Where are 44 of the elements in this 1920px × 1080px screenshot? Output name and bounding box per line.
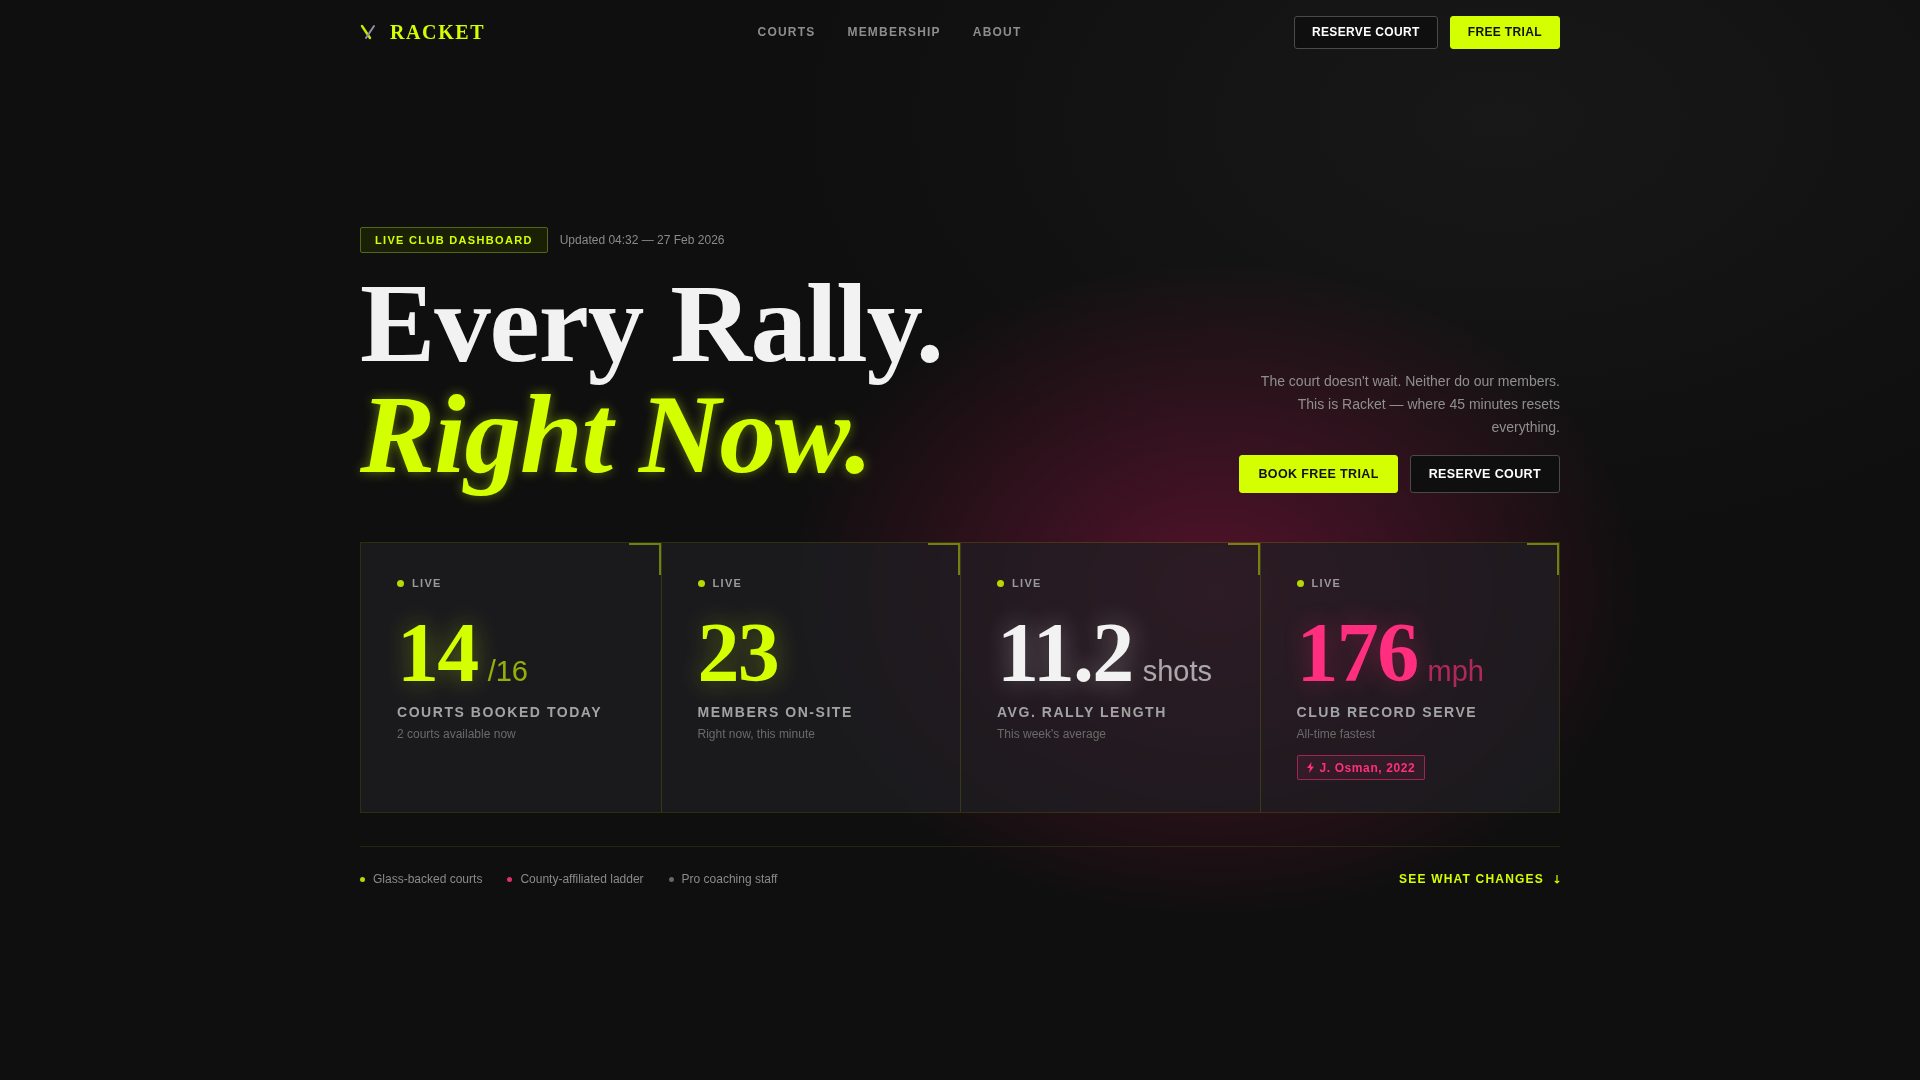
nav-link[interactable]: MEMBERSHIP bbox=[847, 24, 941, 40]
stat-note: This week's average bbox=[997, 726, 1107, 742]
reserve-court-button[interactable]: RESERVE COURT bbox=[1409, 455, 1560, 493]
live-dot-icon bbox=[397, 579, 404, 587]
book-trial-button[interactable]: BOOK FREE TRIAL bbox=[1239, 455, 1398, 493]
hero-description: The court doesn't wait. Neither do our members. This is Racket — where 45 minutes resets everything. bbox=[1259, 372, 1560, 437]
stat-note: All-time fastest bbox=[1296, 726, 1377, 742]
feature-text: Pro coaching staff bbox=[681, 871, 778, 887]
feature-text: County-affiliated ladder bbox=[520, 871, 644, 887]
stat-value: 176 bbox=[1296, 611, 1418, 695]
stat-unit: shots bbox=[1142, 656, 1212, 686]
headline: Every Rally. bbox=[360, 266, 943, 386]
stat-label: AVG. RALLY LENGTH bbox=[997, 703, 1168, 721]
record-holder-text: J. Osman, 2022 bbox=[1319, 760, 1416, 775]
see-what-changes-link[interactable]: SEE WHAT CHANGES bbox=[1399, 871, 1560, 887]
stat-note: Right now, this minute bbox=[697, 726, 816, 742]
stat-value: 23 bbox=[697, 611, 779, 695]
reserve-court-button[interactable]: RESERVE COURT bbox=[1293, 15, 1438, 49]
feature-text: Glass-backed courts bbox=[373, 871, 483, 887]
live-dot-icon bbox=[997, 579, 1004, 587]
nav-link[interactable]: ABOUT bbox=[972, 24, 1022, 40]
lightning-icon bbox=[1306, 762, 1314, 773]
arrow-down-icon bbox=[1554, 874, 1560, 884]
live-label: LIVE bbox=[712, 576, 743, 590]
stat-note: 2 courts available now bbox=[397, 726, 517, 742]
updated-timestamp: Updated 04:32 — 27 Feb 2026 bbox=[559, 232, 725, 248]
stat-label: MEMBERS ON-SITE bbox=[697, 703, 854, 721]
crossed-strokes-icon bbox=[360, 24, 376, 40]
live-dot-icon bbox=[697, 579, 705, 587]
headline-accent: Right Now. bbox=[359, 386, 872, 498]
stat-unit: mph bbox=[1427, 656, 1484, 686]
stat-label: COURTS BOOKED TODAY bbox=[397, 703, 604, 721]
live-dashboard-badge: LIVE CLUB DASHBOARD bbox=[360, 227, 548, 253]
live-label: LIVE bbox=[1012, 576, 1042, 590]
live-dot-icon bbox=[1296, 579, 1304, 587]
stat-label: CLUB RECORD SERVE bbox=[1296, 703, 1479, 721]
live-label: LIVE bbox=[412, 576, 442, 590]
stat-value: 11.2 bbox=[997, 611, 1133, 695]
free-trial-button[interactable]: FREE TRIAL bbox=[1449, 15, 1560, 49]
stat-value: 14 bbox=[397, 611, 478, 695]
nav-link[interactable]: COURTS bbox=[757, 24, 816, 40]
stat-unit: /16 bbox=[487, 656, 528, 686]
logo-text: RACKET bbox=[390, 20, 486, 44]
live-label: LIVE bbox=[1311, 576, 1342, 590]
